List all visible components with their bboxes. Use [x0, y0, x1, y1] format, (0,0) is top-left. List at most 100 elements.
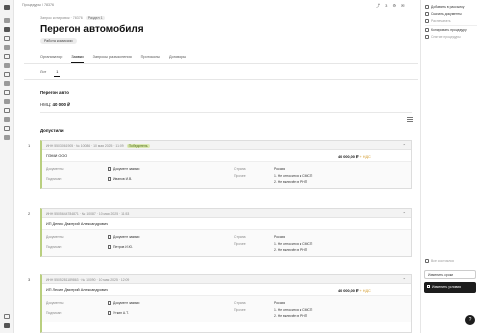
archive-icon[interactable] — [4, 72, 10, 77]
edit-icon — [427, 285, 430, 288]
breadcrumb[interactable]: Процедуры / 78376 — [22, 3, 54, 7]
signer-name: Иванов И.В. — [113, 177, 133, 181]
other-rnp: 2. Не включён в РНП — [274, 314, 308, 318]
filter-icon[interactable] — [407, 117, 413, 122]
document-link-text: Документ заявки — [113, 235, 140, 239]
print-icon — [425, 19, 429, 23]
participant-details: Документы Документ заявки Подписан Петро… — [42, 230, 411, 256]
actions-divider — [425, 25, 477, 26]
action-label: Распечатать — [431, 19, 451, 23]
participant-card: ИНН 5505281189863 · № 10090 · 10 мая 202… — [40, 274, 412, 333]
analytics-icon[interactable] — [4, 117, 10, 122]
tab-clarifications[interactable]: Запросы разъяснения — [93, 55, 132, 62]
participant-details: Документы Документ заявки Подписан Ивано… — [42, 162, 411, 188]
chat-icon[interactable] — [4, 63, 10, 68]
other-rnp: 2. Не включён в РНП — [274, 180, 308, 184]
procedures-icon[interactable] — [4, 27, 10, 32]
signature-icon — [108, 177, 111, 181]
vat-label: + НДС — [359, 289, 371, 293]
button-label: Изменить условия — [432, 285, 462, 289]
document-link[interactable]: Документ заявки — [108, 301, 139, 305]
list-icon[interactable] — [4, 54, 10, 59]
top-toolbar-icons[interactable]: ⤴ 3 ⚙ ✉ — [376, 3, 407, 9]
signer: Петров И.Ю. — [108, 245, 133, 249]
country-value: Россия — [274, 235, 286, 239]
other-smsp: 1. Не относится к СМСП — [274, 308, 313, 312]
document-icon — [108, 167, 111, 171]
documents-icon[interactable] — [4, 36, 10, 41]
settings-icon[interactable] — [4, 126, 10, 131]
document-link-text: Документ заявки — [113, 167, 140, 171]
participant-name: ПЭМИ ООО — [46, 154, 68, 158]
page-title: Перегон автомобиля — [40, 24, 144, 35]
document-icon — [108, 235, 111, 239]
participant-meta-text: ИНН 5503061905 · № 10086 · 10 мая 2025 ·… — [46, 143, 124, 148]
status-note: Все состоялся — [425, 259, 454, 263]
other-rnp: 2. Не включён в РНП — [274, 248, 308, 252]
participant-header[interactable]: ИНН 5503061905 · № 10086 · 10 мая 2025 ·… — [42, 141, 411, 150]
other-label: Прочее — [234, 174, 246, 178]
tab-contracts[interactable]: Договоры — [169, 55, 186, 62]
withdraw-procedure-action[interactable]: Снятие процедуры — [425, 35, 461, 39]
document-link-text: Документ заявки — [113, 301, 140, 305]
change-conditions-button[interactable]: Изменить условия — [424, 282, 476, 293]
document-link[interactable]: Документ заявки — [108, 167, 139, 171]
status-badge: Работа комиссии — [40, 38, 77, 44]
other-label: Прочее — [234, 242, 246, 246]
users-icon[interactable] — [4, 81, 10, 86]
participant-meta: ИНН 5505644784871 · № 10087 · 10 мая 202… — [46, 211, 130, 216]
tab-lot[interactable]: Лот — [40, 70, 46, 74]
download-documents-action[interactable]: Скачать документы — [425, 12, 462, 16]
chevron-up-icon[interactable]: ⌃ — [403, 211, 406, 216]
info-icon — [425, 259, 429, 263]
winner-badge: Победитель — [126, 143, 150, 148]
document-link[interactable]: Документ заявки — [108, 235, 139, 239]
notifications-icon[interactable] — [4, 314, 10, 319]
reports-icon[interactable] — [4, 99, 10, 104]
signer-name: Петров И.Ю. — [113, 245, 134, 249]
chevron-up-icon[interactable]: ⌃ — [403, 143, 406, 148]
participant-number: 2 — [28, 211, 31, 216]
change-deadlines-button[interactable]: Изменить сроки — [424, 270, 476, 279]
participant-card: ИНН 5505644784871 · № 10087 · 10 мая 202… — [40, 208, 412, 257]
participant-price: 40 000,00 ₽ + НДС — [338, 288, 371, 293]
country-value: Россия — [274, 301, 286, 305]
admitted-heading: Допустили — [40, 128, 64, 133]
participant-header[interactable]: ИНН 5505281189863 · № 10090 · 10 мая 202… — [42, 275, 411, 284]
action-label: Добавить в рассылку — [431, 5, 465, 9]
action-label: Копировать процедуру — [431, 28, 467, 32]
close-icon — [425, 35, 429, 39]
help-icon[interactable] — [4, 135, 10, 140]
chevron-up-icon[interactable]: ⌃ — [403, 277, 406, 282]
document-icon — [108, 301, 111, 305]
signer: Иванов И.В. — [108, 177, 132, 181]
participant-name: ИП Лесин Дмитрий Александрович — [46, 288, 108, 292]
participant-price: 40 000,00 ₽ + НДС — [338, 154, 371, 159]
participant-name-row: ИП Денис Дмитрий Александрович — [42, 218, 411, 230]
help-button[interactable]: ? — [465, 315, 475, 325]
add-to-mailing-action[interactable]: Добавить в рассылку — [425, 5, 464, 9]
signature-icon — [108, 245, 111, 249]
calendar-icon[interactable] — [4, 45, 10, 50]
participant-name-row: ИП Лесин Дмитрий Александрович 40 000,00… — [42, 284, 411, 296]
participant-header[interactable]: ИНН 5505644784871 · № 10087 · 10 мая 202… — [42, 209, 411, 218]
home-icon[interactable] — [4, 18, 10, 23]
tab-applications[interactable]: Заявки — [71, 55, 84, 63]
participant-name: ИП Денис Дмитрий Александрович — [46, 222, 109, 226]
participant-card: ИНН 5503061905 · № 10086 · 10 мая 2025 ·… — [40, 140, 412, 189]
tab-organizer[interactable]: Организатор — [40, 55, 62, 62]
copy-procedure-action[interactable]: Копировать процедуру — [425, 28, 467, 32]
left-icon-rail — [0, 0, 14, 333]
other-smsp: 1. Не относится к СМСП — [274, 242, 313, 246]
contracts-icon[interactable] — [4, 108, 10, 113]
logo-icon[interactable] — [4, 5, 10, 10]
participant-details: Документы Документ заявки Подписан Уткин… — [42, 296, 411, 322]
tab-lot-1[interactable]: 1 — [54, 70, 61, 77]
download-icon — [425, 12, 429, 16]
print-action[interactable]: Распечатать — [425, 19, 451, 23]
tab-protocols[interactable]: Протоколы — [141, 55, 160, 62]
other-label: Прочее — [234, 308, 246, 312]
profile-icon[interactable] — [4, 323, 10, 328]
folder-icon[interactable] — [4, 90, 10, 95]
nmc-label: НМЦ: — [40, 102, 52, 107]
